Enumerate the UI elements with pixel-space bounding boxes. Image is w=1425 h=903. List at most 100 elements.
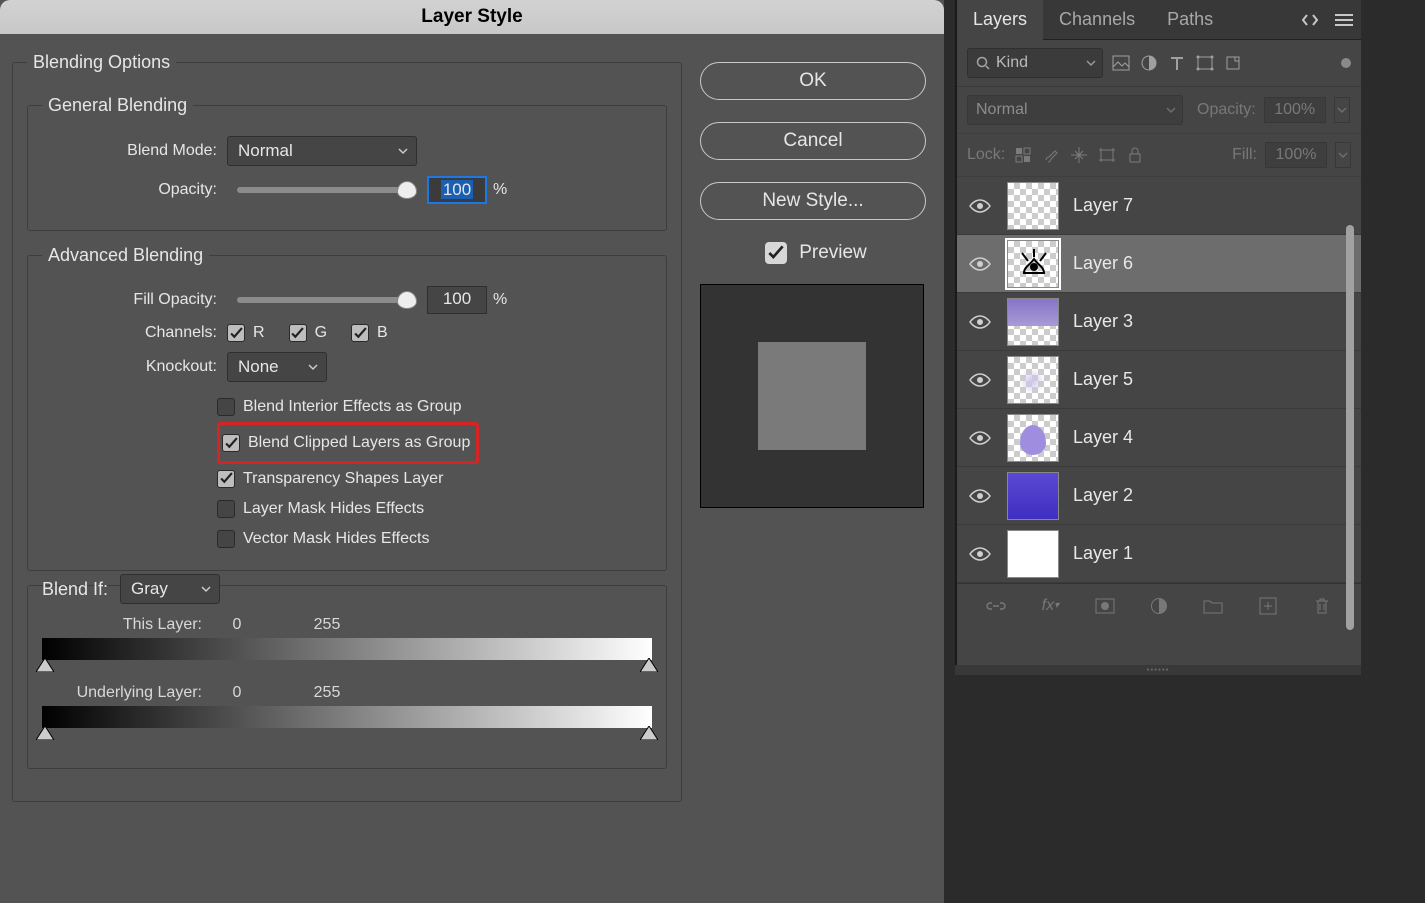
ok-button[interactable]: OK <box>700 62 926 100</box>
panel-menu-icon[interactable] <box>1327 13 1361 27</box>
preview-label: Preview <box>799 242 867 264</box>
percent-label: % <box>493 291 507 309</box>
knockout-select[interactable]: None <box>227 352 327 382</box>
layers-scrollbar[interactable] <box>1346 225 1354 630</box>
layer-row[interactable]: Layer 7 <box>957 177 1361 235</box>
layers-panel: Layers Channels Paths Kind <box>955 0 1361 665</box>
new-group-icon[interactable] <box>1203 596 1223 616</box>
visibility-toggle-icon[interactable] <box>967 256 993 272</box>
visibility-toggle-icon[interactable] <box>967 198 993 214</box>
gradient-thumb-white[interactable] <box>640 726 658 740</box>
filter-kind-select[interactable]: Kind <box>967 48 1103 78</box>
blend-if-select[interactable]: Gray <box>120 574 220 604</box>
tab-channels[interactable]: Channels <box>1043 0 1151 40</box>
lock-artboard-icon[interactable] <box>1097 145 1117 165</box>
transparency-shapes-checkbox[interactable] <box>217 470 235 488</box>
lock-brush-icon[interactable] <box>1041 145 1061 165</box>
vector-mask-hides-checkbox[interactable] <box>217 530 235 548</box>
lock-transparency-icon[interactable] <box>1013 145 1033 165</box>
filter-image-icon[interactable] <box>1111 53 1131 73</box>
filter-smart-icon[interactable] <box>1223 53 1243 73</box>
tab-layers[interactable]: Layers <box>957 0 1043 40</box>
layer-row[interactable]: Layer 1 <box>957 525 1361 583</box>
general-blending-group: General Blending Blend Mode: Normal Opac… <box>27 95 667 231</box>
visibility-toggle-icon[interactable] <box>967 314 993 330</box>
filter-toggle-icon[interactable] <box>1341 58 1351 68</box>
layer-blend-select[interactable]: Normal <box>967 95 1183 125</box>
fill-opacity-input[interactable]: 100 <box>427 286 487 314</box>
panel-resize-handle[interactable]: ▪▪▪▪▪▪ <box>955 665 1361 675</box>
lock-label: Lock: <box>967 146 1005 164</box>
layer-row[interactable]: Layer 2 <box>957 467 1361 525</box>
layer-row[interactable]: Layer 5 <box>957 351 1361 409</box>
expand-icon[interactable] <box>1293 13 1327 27</box>
channel-b-checkbox[interactable] <box>351 324 369 342</box>
fill-opacity-label: Fill Opacity: <box>42 291 217 309</box>
chevron-down-icon <box>201 584 211 594</box>
layer-row[interactable]: Layer 4 <box>957 409 1361 467</box>
underlying-layer-label: Underlying Layer: <box>42 684 202 702</box>
visibility-toggle-icon[interactable] <box>967 430 993 446</box>
blending-options-legend: Blending Options <box>27 52 176 73</box>
filter-shape-icon[interactable] <box>1195 53 1215 73</box>
fill-dropdown-icon[interactable] <box>1335 142 1351 168</box>
layer-row[interactable]: Layer 3 <box>957 293 1361 351</box>
opacity-dropdown-icon[interactable] <box>1334 97 1350 123</box>
blending-options-group: Blending Options General Blending Blend … <box>12 52 682 802</box>
chevron-down-icon <box>1086 58 1096 68</box>
under-max: 255 <box>272 684 382 702</box>
layer-name-label: Layer 2 <box>1073 485 1133 506</box>
gradient-thumb-black[interactable] <box>36 658 54 672</box>
chevron-down-icon <box>1166 105 1176 115</box>
underlying-layer-gradient[interactable] <box>42 706 652 728</box>
opacity-label: Opacity: <box>1197 101 1256 119</box>
channels-label: Channels: <box>42 324 217 342</box>
layer-fill-input[interactable]: 100% <box>1265 142 1327 168</box>
this-layer-gradient[interactable] <box>42 638 652 660</box>
blend-interior-checkbox[interactable] <box>217 398 235 416</box>
opacity-slider[interactable] <box>237 187 417 193</box>
layer-row[interactable]: Layer 6 <box>957 235 1361 293</box>
cancel-button[interactable]: Cancel <box>700 122 926 160</box>
lock-position-icon[interactable] <box>1069 145 1089 165</box>
fill-opacity-slider[interactable] <box>237 297 417 303</box>
link-layers-icon[interactable] <box>986 596 1006 616</box>
fx-icon[interactable]: fx▾ <box>1040 596 1060 616</box>
blend-mode-label: Blend Mode: <box>42 142 217 160</box>
vector-mask-hides-label: Vector Mask Hides Effects <box>243 530 429 547</box>
visibility-toggle-icon[interactable] <box>967 488 993 504</box>
filter-adjust-icon[interactable] <box>1139 53 1159 73</box>
visibility-toggle-icon[interactable] <box>967 546 993 562</box>
layer-name-label: Layer 6 <box>1073 253 1133 274</box>
channel-r-checkbox[interactable] <box>227 324 245 342</box>
tab-paths[interactable]: Paths <box>1151 0 1229 40</box>
preview-checkbox[interactable] <box>765 242 787 264</box>
opacity-input[interactable]: 100 <box>427 176 487 204</box>
lock-all-icon[interactable] <box>1125 145 1145 165</box>
visibility-toggle-icon[interactable] <box>967 372 993 388</box>
channel-g-checkbox[interactable] <box>289 324 307 342</box>
slider-thumb-icon[interactable] <box>397 181 417 199</box>
add-mask-icon[interactable] <box>1095 596 1115 616</box>
gradient-thumb-white[interactable] <box>640 658 658 672</box>
general-blending-legend: General Blending <box>42 95 193 116</box>
blend-mode-select[interactable]: Normal <box>227 136 417 166</box>
delete-layer-icon[interactable] <box>1312 596 1332 616</box>
blend-clipped-checkbox[interactable] <box>222 434 240 452</box>
channel-g-label: G <box>315 324 327 342</box>
this-layer-label: This Layer: <box>42 616 202 634</box>
preview-swatch <box>758 342 866 450</box>
layer-mask-hides-checkbox[interactable] <box>217 500 235 518</box>
advanced-blending-legend: Advanced Blending <box>42 245 209 266</box>
layer-opacity-input[interactable]: 100% <box>1264 97 1326 123</box>
new-adjustment-icon[interactable] <box>1149 596 1169 616</box>
channel-r-label: R <box>253 324 265 342</box>
gradient-thumb-black[interactable] <box>36 726 54 740</box>
highlight-box: Blend Clipped Layers as Group <box>217 422 479 464</box>
filter-type-icon[interactable] <box>1167 53 1187 73</box>
new-layer-icon[interactable] <box>1258 596 1278 616</box>
under-min: 0 <box>202 684 272 702</box>
new-style-button[interactable]: New Style... <box>700 182 926 220</box>
slider-thumb-icon[interactable] <box>397 291 417 309</box>
layer-mask-hides-label: Layer Mask Hides Effects <box>243 500 424 517</box>
